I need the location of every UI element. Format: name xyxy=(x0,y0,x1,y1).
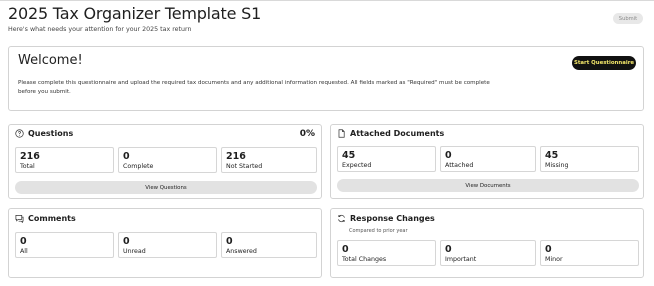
documents-title: Attached Documents xyxy=(350,129,445,138)
stat-total-questions: 216 Total xyxy=(15,147,114,173)
stat-label: Answered xyxy=(226,248,257,255)
stat-total-changes: 0 Total Changes xyxy=(337,240,436,266)
comments-card: Comments 0 All 0 Unread 0 Answered xyxy=(8,208,322,278)
stat-value: 216 xyxy=(20,151,40,162)
response-changes-header: Response Changes xyxy=(337,214,435,223)
stat-label: Total Changes xyxy=(342,256,387,263)
stat-not-started-questions: 216 Not Started xyxy=(221,147,317,173)
stat-value: 0 xyxy=(342,244,349,255)
welcome-title: Welcome! xyxy=(18,53,83,68)
stat-label: Not Started xyxy=(226,163,263,170)
view-documents-button[interactable]: View Documents xyxy=(337,179,639,192)
stat-label: Unread xyxy=(123,248,146,255)
stat-value: 216 xyxy=(226,151,246,162)
stat-label: All xyxy=(20,248,28,255)
stat-minor-changes: 0 Minor xyxy=(540,240,639,266)
question-circle-icon xyxy=(15,129,24,138)
refresh-icon xyxy=(337,214,346,223)
stat-label: Total xyxy=(20,163,35,170)
questions-title: Questions xyxy=(28,129,74,138)
stat-value: 0 xyxy=(545,244,552,255)
questions-header: Questions xyxy=(15,129,73,138)
top-divider xyxy=(0,0,654,1)
stat-value: 0 xyxy=(123,151,130,162)
stat-all-comments: 0 All xyxy=(15,232,114,258)
view-questions-button[interactable]: View Questions xyxy=(15,181,317,194)
response-changes-title: Response Changes xyxy=(350,214,435,223)
documents-card: Attached Documents 45 Expected 0 Attache… xyxy=(330,124,644,199)
response-changes-subtitle: Compared to prior year xyxy=(349,228,408,234)
stat-label: Expected xyxy=(342,162,372,169)
stat-value: 45 xyxy=(342,150,356,161)
response-changes-card: Response Changes Compared to prior year … xyxy=(330,208,644,278)
comments-header: Comments xyxy=(15,214,76,223)
stat-answered-comments: 0 Answered xyxy=(221,232,317,258)
comments-title: Comments xyxy=(28,214,76,223)
documents-header: Attached Documents xyxy=(337,129,444,138)
questions-card: Questions 0% 216 Total 0 Complete 216 No… xyxy=(8,124,322,199)
start-questionnaire-button[interactable]: Start Questionnaire xyxy=(572,56,636,70)
questions-percent: 0% xyxy=(299,129,315,139)
stat-attached-documents: 0 Attached xyxy=(440,146,536,172)
stat-unread-comments: 0 Unread xyxy=(118,232,217,258)
page-title: 2025 Tax Organizer Template S1 xyxy=(8,4,262,23)
stat-value: 45 xyxy=(545,150,559,161)
document-icon xyxy=(337,129,346,138)
stat-value: 0 xyxy=(123,236,130,247)
stat-missing-documents: 45 Missing xyxy=(540,146,639,172)
stat-expected-documents: 45 Expected xyxy=(337,146,436,172)
stat-value: 0 xyxy=(445,150,452,161)
stat-label: Complete xyxy=(123,163,154,170)
comments-icon xyxy=(15,214,24,223)
stat-value: 0 xyxy=(20,236,27,247)
stat-label: Minor xyxy=(545,256,563,263)
stat-value: 0 xyxy=(445,244,452,255)
stat-label: Missing xyxy=(545,162,569,169)
stat-value: 0 xyxy=(226,236,233,247)
stat-label: Attached xyxy=(445,162,474,169)
welcome-text: Please complete this questionnaire and u… xyxy=(18,80,490,95)
stat-complete-questions: 0 Complete xyxy=(118,147,217,173)
stat-important-changes: 0 Important xyxy=(440,240,536,266)
page-subtitle: Here's what needs your attention for you… xyxy=(8,26,192,33)
welcome-card: Welcome! Please complete this questionna… xyxy=(8,46,644,111)
stat-label: Important xyxy=(445,256,477,263)
submit-button[interactable]: Submit xyxy=(613,13,643,24)
